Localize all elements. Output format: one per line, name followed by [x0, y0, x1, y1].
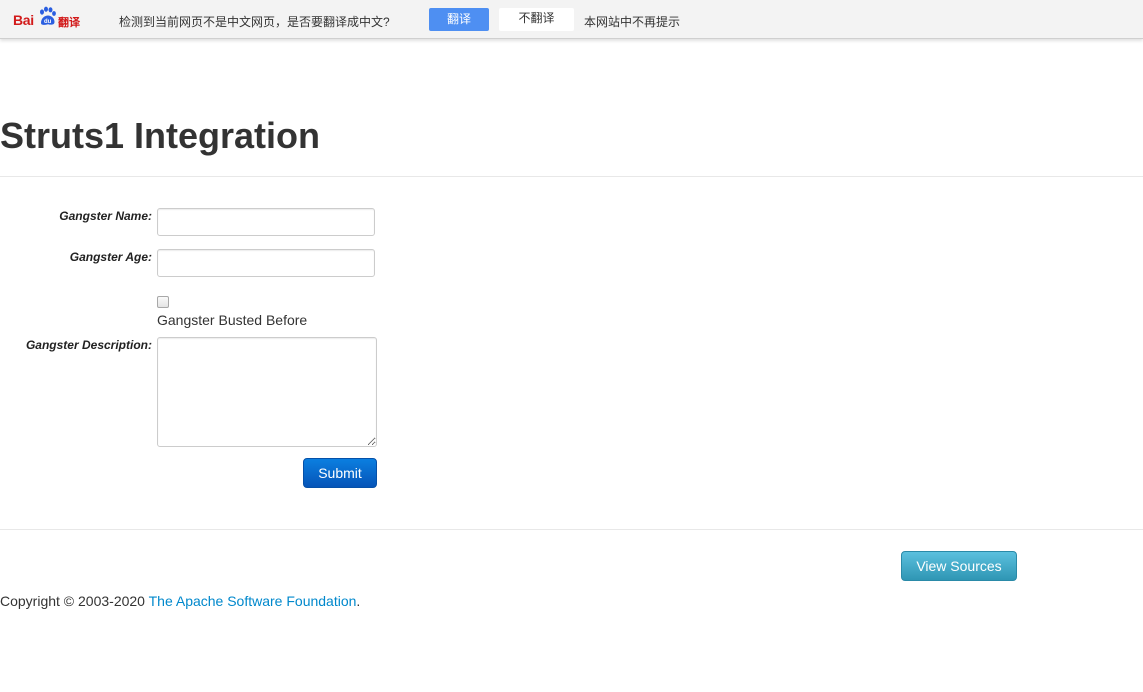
translate-button[interactable]: 翻译	[429, 8, 489, 31]
page-title: Struts1 Integration	[0, 115, 321, 156]
divider	[0, 176, 1143, 177]
logo-text: Bai	[13, 12, 34, 28]
baidu-translate-logo: Bai du 翻译	[13, 6, 83, 30]
gangster-name-label: Gangster Name:	[59, 209, 152, 223]
copyright-end: .	[356, 593, 361, 609]
never-prompt-link[interactable]: 本网站中不再提示	[584, 13, 680, 30]
copyright: Copyright © 2003-2020 The Apache Softwar…	[0, 593, 360, 609]
submit-button[interactable]: Submit	[303, 458, 377, 488]
apache-foundation-link[interactable]: The Apache Software Foundation	[149, 593, 357, 609]
gangster-name-input[interactable]	[157, 208, 375, 236]
view-sources-button[interactable]: View Sources	[901, 551, 1017, 581]
gangster-busted-label[interactable]: Gangster Busted Before	[157, 312, 307, 328]
copyright-text: Copyright © 2003-2020	[0, 593, 149, 609]
footer-divider	[0, 529, 1143, 530]
translate-bar: Bai du 翻译 检测到当前网页不是中文网页，是否要翻译成中文? 翻译 不翻译…	[0, 0, 1143, 39]
gangster-description-label: Gangster Description:	[25, 338, 152, 352]
svg-text:du: du	[44, 19, 52, 25]
logo-suffix: 翻译	[58, 16, 80, 29]
gangster-busted-checkbox[interactable]	[157, 296, 169, 308]
gangster-description-textarea[interactable]	[157, 337, 377, 447]
gangster-age-input[interactable]	[157, 249, 375, 277]
translate-message: 检测到当前网页不是中文网页，是否要翻译成中文?	[119, 15, 390, 29]
baidu-paw-icon: du	[40, 6, 56, 25]
gangster-age-label: Gangster Age:	[69, 250, 152, 264]
no-translate-button[interactable]: 不翻译	[499, 8, 574, 31]
